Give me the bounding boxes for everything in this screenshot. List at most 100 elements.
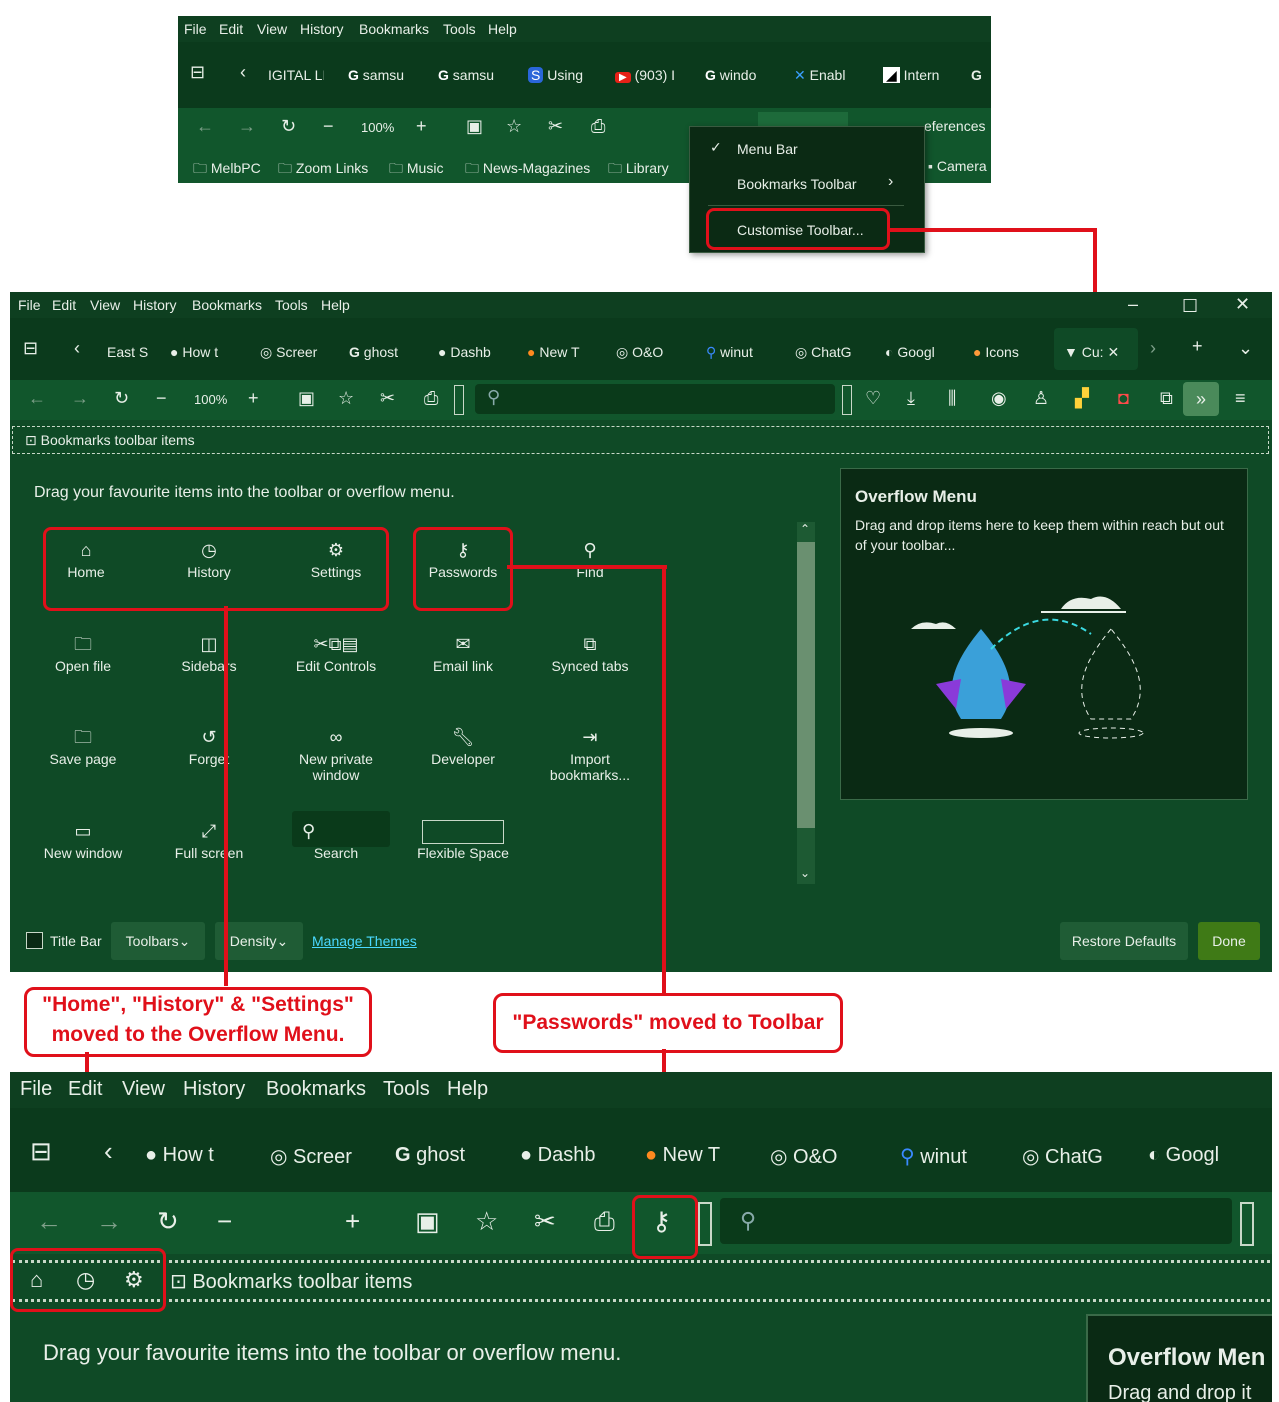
palette-full-screen[interactable]: ⤢ Full screen [154,817,264,861]
list-all-tabs-icon[interactable]: ⌄ [1238,338,1253,359]
back-icon[interactable]: ← [28,388,46,409]
tab[interactable]: ▶ (903) I [615,67,695,83]
tab[interactable]: G samsu [348,67,418,83]
palette-synced-tabs[interactable]: ⧉ Synced tabs [535,630,645,674]
chevron-down-icon[interactable]: ⌄ [800,866,810,880]
scroll-left-icon[interactable]: ‹ [74,338,80,359]
bookmark-folder[interactable]: 🗀 Zoom Links [278,158,368,182]
menu-item-bookmarks-toolbar[interactable]: Bookmarks Toolbar [737,176,857,192]
bookmark-folder[interactable]: 🗀 Library [608,158,669,182]
forward-icon[interactable]: → [96,1206,122,1237]
palette-sidebars[interactable]: ◫ Sidebars [154,630,264,674]
menu-tools[interactable]: Tools [443,21,476,37]
manage-themes-link[interactable]: Manage Themes [312,933,417,949]
tab[interactable]: ● How t [170,344,238,360]
tab-list-icon[interactable]: ⊟ [23,338,38,359]
bookmark-folder[interactable]: 🗀 MelbPC [193,158,261,182]
tab[interactable]: East S [107,344,152,360]
tab[interactable]: ⚲ winut [900,1144,1000,1169]
palette-edit-controls[interactable]: ✂⧉▤ Edit Controls [281,630,391,674]
palette-search[interactable]: ⚲ Search [281,811,391,861]
reader-icon[interactable]: ▣ [298,388,315,409]
menu-tools[interactable]: Tools [383,1078,430,1101]
forward-icon[interactable]: → [238,116,256,137]
bookmark-star-icon[interactable]: ☆ [338,388,354,409]
scrollbar[interactable]: ⌃ ⌄ [797,522,815,884]
title-bar-checkbox[interactable] [26,932,43,949]
bookmark-star-icon[interactable]: ☆ [506,116,522,137]
profile-icon[interactable]: ♙ [1033,388,1049,409]
tab[interactable]: ◐ Googl [885,344,953,360]
menu-bookmarks[interactable]: Bookmarks [192,297,262,313]
extension-icon[interactable]: ▞ [1075,388,1089,409]
minimize-icon[interactable]: – [1128,294,1138,315]
menu-view[interactable]: View [122,1078,165,1101]
palette-developer[interactable]: 🔧︎ Developer [408,723,518,767]
tab-list-icon[interactable]: ⊟ [190,62,205,83]
screenshot-ext-icon[interactable]: ◘ [1118,388,1129,409]
tab[interactable]: G [971,67,991,83]
tab[interactable]: ◎ Screer [260,344,328,361]
zoom-level[interactable]: 100% [361,120,394,135]
print-icon[interactable]: ⎙ [591,116,605,137]
density-dropdown[interactable]: Density⌄ [215,922,303,960]
toolbars-dropdown[interactable]: Toolbars⌄ [111,922,205,960]
new-tab-icon[interactable]: + [1192,336,1203,357]
menu-file[interactable]: File [20,1078,52,1101]
bookmarks-toolbar-items[interactable]: ⊡ Bookmarks toolbar items [170,1269,412,1294]
tab[interactable]: ● Dashb [520,1144,620,1167]
tab-list-icon[interactable]: ⊟ [30,1136,52,1167]
tab-close-icon[interactable]: ✕ [1107,344,1119,360]
reader-icon[interactable]: ▣ [466,116,483,137]
tab[interactable]: ◎ ChatG [1022,1144,1122,1169]
scrollbar-thumb[interactable] [797,542,815,828]
menu-history[interactable]: History [183,1078,245,1101]
forward-icon[interactable]: → [71,388,89,409]
search-input[interactable]: ⚲ [475,384,835,414]
menu-bookmarks[interactable]: Bookmarks [266,1078,366,1101]
menu-view[interactable]: View [257,21,287,37]
tab[interactable]: ● Icons [973,344,1041,360]
tab[interactable]: ◎ ChatG [795,344,863,361]
menu-history[interactable]: History [300,21,344,37]
tab[interactable]: S Using [528,67,598,83]
tab[interactable]: ● How t [145,1144,245,1167]
tab-active[interactable]: ▼ Cu: ✕ [1054,328,1138,370]
tab[interactable]: ◐ Googl [1148,1144,1248,1167]
bookmark-star-icon[interactable]: ☆ [475,1206,498,1237]
tab[interactable]: G ghost [395,1144,495,1167]
screenshot-icon[interactable]: ✂ [534,1206,556,1237]
restore-defaults-button[interactable]: Restore Defaults [1060,922,1188,960]
palette-new-window[interactable]: ▭ New window [28,817,138,861]
menu-history[interactable]: History [133,297,177,313]
menu-help[interactable]: Help [321,297,350,313]
account-icon[interactable]: ◉ [991,388,1007,409]
zoom-out-icon[interactable]: − [156,388,167,409]
library-icon[interactable]: ⫼ [948,388,956,409]
tab[interactable]: IGITAL LI [268,67,324,83]
palette-new-private-window[interactable]: ∞ New private window [281,723,391,783]
scroll-left-icon[interactable]: ‹ [104,1136,113,1167]
zoom-in-icon[interactable]: + [248,388,259,409]
menu-view[interactable]: View [90,297,120,313]
tab[interactable]: ● New T [645,1144,745,1167]
tab[interactable]: ◎ O&O [616,344,684,361]
tab[interactable]: ● Dashb [438,344,506,360]
done-button[interactable]: Done [1198,922,1260,960]
tab[interactable]: G ghost [349,344,417,360]
hamburger-menu-icon[interactable]: ≡ [1235,388,1246,409]
chevron-up-icon[interactable]: ⌃ [800,522,810,536]
tab[interactable]: ✕ Enabl [794,67,864,84]
scroll-right-icon[interactable]: › [1150,338,1156,359]
reader-icon[interactable]: ▣ [415,1206,440,1237]
palette-import-bookmarks[interactable]: ⇥ Import bookmarks... [535,723,645,783]
bookmarks-toolbar-items[interactable]: ⊡ Bookmarks toolbar items [25,432,195,449]
menu-tools[interactable]: Tools [275,297,308,313]
menu-bookmarks[interactable]: Bookmarks [359,21,429,37]
tab[interactable]: G windo [705,67,775,83]
tab[interactable]: G samsu [438,67,508,83]
zoom-in-icon[interactable]: + [416,116,427,137]
screenshot-icon[interactable]: ✂ [380,388,395,409]
reload-icon[interactable]: ↻ [157,1206,179,1237]
palette-find[interactable]: ⚲ Find [535,536,645,580]
